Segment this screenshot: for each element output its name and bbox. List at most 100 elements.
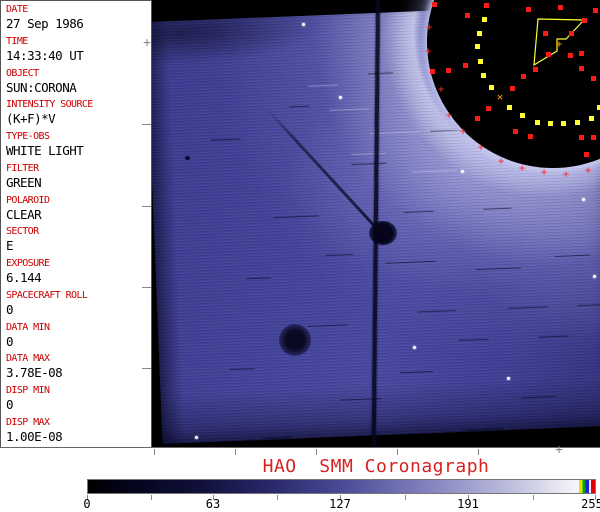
colorbar-minor-tick [277,495,278,500]
bright-scanline-artifact [329,108,370,111]
coronagraph-image-area: + + + + + + + + + + + × + [152,0,600,447]
red-plus-marker: + [497,154,505,168]
metadata-entry: TYPE-OBS WHITE LIGHT [6,131,150,158]
metadata-value: 14:33:40 UT [6,47,84,63]
yellow-square-marker [535,120,540,125]
red-square-marker [521,74,526,79]
red-square-marker [484,3,489,8]
scanline-artifact [367,72,393,75]
bottom-axis-tick [235,449,236,455]
colorbar [87,479,596,494]
red-square-marker [526,7,531,12]
scanline-artifact [475,267,521,271]
scanline-artifact [308,324,349,327]
red-square-marker [582,18,587,23]
metadata-entry: DISP MAX 1.00E-08 [6,417,150,444]
star-speck [461,170,464,173]
bright-scanline-artifact [411,169,457,173]
metadata-label: TYPE-OBS [6,131,50,142]
left-axis-tick [142,206,151,207]
left-axis-tick [142,368,151,369]
metadata-label: SECTOR [6,226,39,238]
red-square-marker [528,134,533,139]
red-square-marker [475,116,480,121]
colorbar-tick-label: 0 [83,497,91,511]
left-axis-tick [142,124,151,125]
metadata-entry: POLAROID CLEAR [6,195,150,222]
red-square-marker [593,8,598,13]
red-plus-marker: + [477,140,485,154]
scanline-artifact [521,396,557,399]
red-square-marker [486,106,491,111]
page-title: HAO SMM Coronagraph [262,456,490,477]
red-plus-marker: + [584,163,592,177]
red-square-marker [579,135,584,140]
red-square-marker [543,31,548,36]
bottom-axis-tick [397,449,398,455]
colorbar-minor-tick [405,495,406,500]
star-speck [302,23,305,26]
metadata-entry: INTENSITY SOURCE (K+F)*V [6,99,150,126]
orange-x-marker: × [496,90,504,104]
red-plus-marker: + [424,44,432,58]
yellow-square-marker [507,105,512,110]
red-plus-marker: + [445,108,453,122]
scanline-artifact [555,254,591,257]
metadata-entry: DATA MIN 0 [6,322,150,349]
metadata-label: DATA MIN [6,321,50,333]
dark-blemish-spot [279,324,311,356]
scanline-artifact [458,338,489,341]
scanline-artifact [483,207,512,210]
coronagraph-viewer-window: DATE 27 Sep 1986 TIME 14:33:40 UT OBJECT SUN:… [0,0,600,512]
bright-scanline-artifact [351,152,387,156]
bright-scanline-artifact [308,84,339,87]
yellow-square-marker [520,113,525,118]
yellow-square-marker [478,59,483,64]
star-speck [582,198,585,201]
colorbar-tick-label: 255 [581,497,600,511]
occulter-ball-shadow [369,221,397,245]
plot-frame-line [0,447,600,448]
metadata-value: 3.78E-08 [6,365,63,381]
red-plus-marker: + [562,167,570,181]
red-square-marker [463,63,468,68]
scanline-artifact [577,303,600,307]
scanline-artifact [273,215,319,219]
metadata-value: 6.144 [6,270,42,285]
red-plus-marker: + [540,165,548,179]
scanline-artifact [210,138,241,141]
red-square-marker [432,2,437,7]
red-square-marker [558,5,563,10]
metadata-value: 1.00E-08 [6,428,63,444]
metadata-label: DISP MIN [6,385,50,396]
bottom-axis-tick [154,449,155,455]
left-axis-tick [142,287,151,288]
metadata-value: 0 [6,333,14,349]
metadata-label: EXPOSURE [6,258,50,269]
metadata-entry: TIME 14:33:40 UT [6,36,150,63]
metadata-value: 27 Sep 1986 [6,16,84,31]
metadata-entry: SPACECRAFT ROLL 0 [6,290,150,317]
yellow-square-marker [489,85,494,90]
scanline-artifact [289,105,310,108]
star-speck [593,275,596,278]
scanline-artifact [325,254,354,257]
yellow-square-marker [475,44,480,49]
metadata-value: CLEAR [6,206,42,222]
yellow-square-marker [575,120,580,125]
red-plus-marker: + [425,20,433,34]
metadata-label: FILTER [6,162,39,174]
metadata-value: (K+F)*V [6,111,56,127]
metadata-entry: DATE 27 Sep 1986 [6,4,150,31]
bottom-axis-tick [478,449,479,455]
scanline-artifact [462,428,503,431]
metadata-value: 0 [6,301,14,317]
red-square-marker [591,76,596,81]
metadata-label: TIME [6,35,28,47]
scanline-artifact [399,370,433,374]
metadata-label: SPACECRAFT ROLL [6,289,88,301]
colorbar-tick-label: 63 [205,497,221,511]
metadata-label: INTENSITY SOURCE [6,99,93,111]
scanline-artifact [430,129,461,132]
red-square-marker [533,67,538,72]
